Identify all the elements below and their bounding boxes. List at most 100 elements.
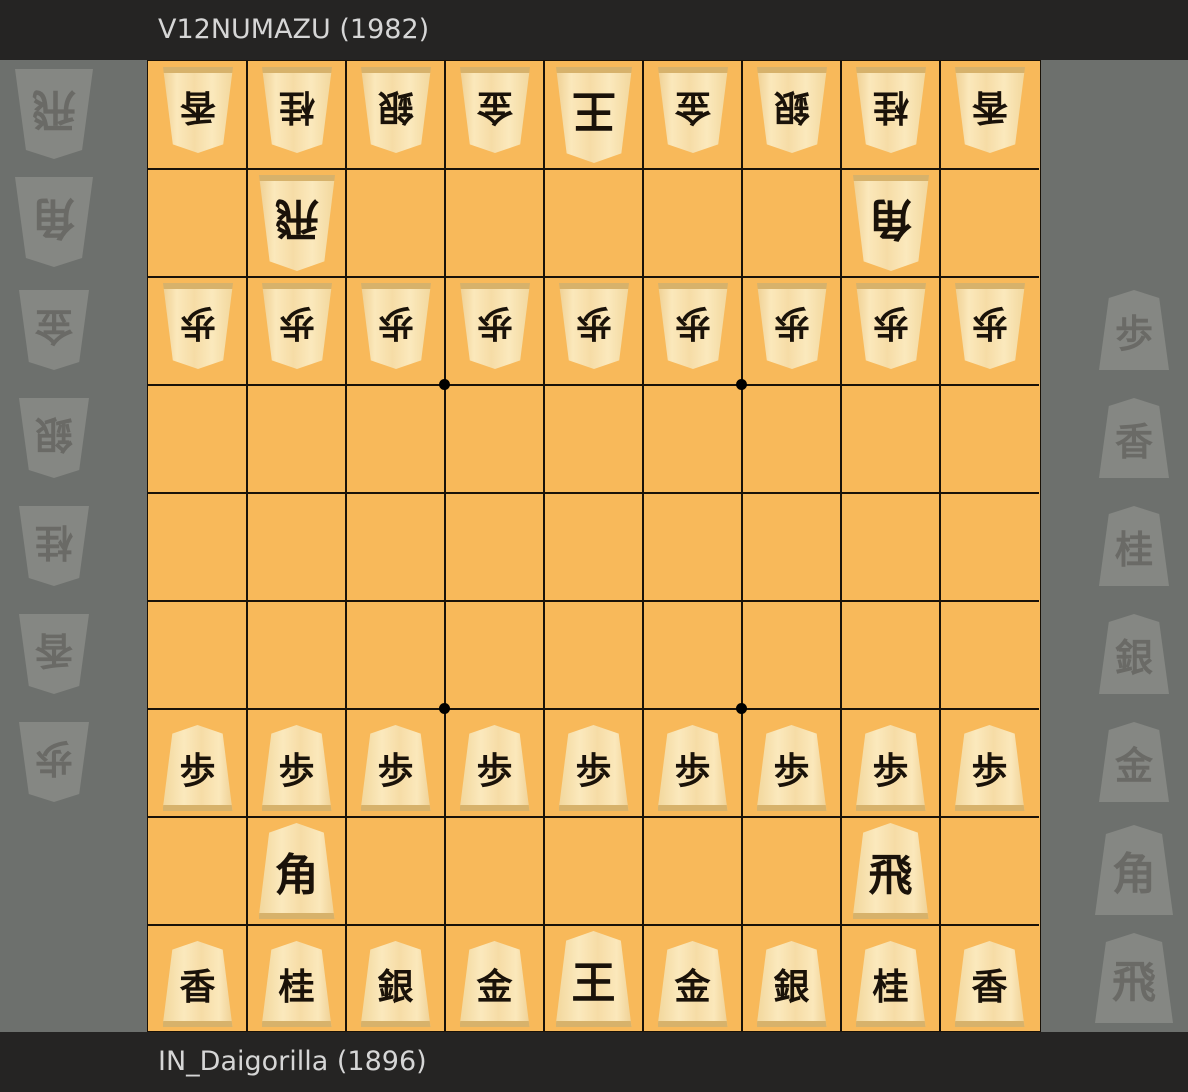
board-square[interactable] [247,385,346,493]
board-square[interactable] [247,493,346,601]
sente-piece[interactable]: 歩 [360,725,431,811]
sente-piece[interactable]: 歩 [855,725,926,811]
board-square[interactable] [247,601,346,709]
board-square[interactable] [643,817,742,925]
gote-piece[interactable]: 角 [853,175,929,271]
piece-label: 歩 [674,750,711,792]
gote-hand-slot[interactable]: 桂 [19,506,89,586]
board-square[interactable] [445,817,544,925]
gote-hand-slot[interactable]: 角 [15,177,93,267]
gote-hand-slot[interactable]: 銀 [19,398,89,478]
gote-piece[interactable]: 歩 [757,283,827,369]
gote-piece[interactable]: 歩 [262,283,332,369]
board-square[interactable] [346,385,445,493]
gote-hand-slot[interactable]: 歩 [19,722,89,802]
shogi-board[interactable]: 香桂銀金王金銀桂香飛角歩歩歩歩歩歩歩歩歩歩歩歩歩歩歩歩歩歩角飛香桂銀金王金銀桂香 [147,60,1041,1033]
sente-piece[interactable]: 桂 [855,941,926,1027]
board-square[interactable] [940,385,1039,493]
sente-hand-slot[interactable]: 桂 [1099,506,1169,586]
sente-hand-slot[interactable]: 香 [1099,398,1169,478]
gote-piece[interactable]: 桂 [856,67,926,153]
gote-piece[interactable]: 歩 [856,283,926,369]
gote-piece[interactable]: 歩 [361,283,431,369]
board-square[interactable] [346,817,445,925]
sente-piece[interactable]: 歩 [459,725,530,811]
gote-piece[interactable]: 飛 [259,175,335,271]
gote-piece[interactable]: 香 [163,67,233,153]
gote-piece[interactable]: 歩 [955,283,1025,369]
sente-hand-slot[interactable]: 歩 [1099,290,1169,370]
sente-piece[interactable]: 銀 [360,941,431,1027]
board-square[interactable] [445,601,544,709]
board-square[interactable] [148,493,247,601]
sente-piece[interactable]: 歩 [558,725,629,811]
gote-hand-slot[interactable]: 飛 [15,69,93,159]
piece-label: 歩 [674,302,711,344]
board-square[interactable] [544,169,643,277]
board-square[interactable] [940,601,1039,709]
sente-hand-slot[interactable]: 角 [1095,825,1173,915]
board-square[interactable] [742,169,841,277]
board-square[interactable] [346,493,445,601]
board-square[interactable] [643,169,742,277]
sente-piece[interactable]: 王 [555,931,632,1027]
gote-piece[interactable]: 歩 [559,283,629,369]
board-square[interactable] [544,601,643,709]
board-square[interactable] [940,493,1039,601]
piece-label: 飛 [868,850,913,901]
gote-piece[interactable]: 金 [658,67,728,153]
board-square[interactable] [742,493,841,601]
gote-piece[interactable]: 王 [556,67,632,163]
gote-piece[interactable]: 桂 [262,67,332,153]
board-square[interactable] [544,493,643,601]
board-square[interactable] [940,817,1039,925]
sente-piece[interactable]: 歩 [261,725,332,811]
board-square[interactable] [544,817,643,925]
board-square[interactable] [742,817,841,925]
gote-piece[interactable]: 歩 [460,283,530,369]
board-square[interactable] [742,601,841,709]
sente-piece[interactable]: 飛 [852,823,929,919]
board-square[interactable] [742,385,841,493]
board-square[interactable] [445,169,544,277]
sente-piece[interactable]: 金 [657,941,728,1027]
gote-piece[interactable]: 歩 [658,283,728,369]
gote-hand-slot[interactable]: 香 [19,614,89,694]
board-square[interactable] [643,601,742,709]
sente-piece[interactable]: 金 [459,941,530,1027]
sente-hand-slot[interactable]: 金 [1099,722,1169,802]
board-square[interactable] [841,601,940,709]
board-square[interactable] [148,817,247,925]
board-square[interactable] [643,493,742,601]
board-square[interactable] [643,385,742,493]
board-square[interactable] [841,493,940,601]
board-square[interactable] [445,385,544,493]
sente-piece[interactable]: 歩 [954,725,1025,811]
sente-hand-slot[interactable]: 銀 [1099,614,1169,694]
board-square[interactable] [148,601,247,709]
gote-hand-slot[interactable]: 金 [19,290,89,370]
board-square[interactable] [148,169,247,277]
board-square[interactable] [445,493,544,601]
sente-piece[interactable]: 銀 [756,941,827,1027]
gote-piece[interactable]: 銀 [361,67,431,153]
gote-piece[interactable]: 香 [955,67,1025,153]
sente-piece[interactable]: 香 [162,941,233,1027]
sente-piece[interactable]: 角 [258,823,335,919]
piece-label: 飛 [274,193,319,244]
sente-piece[interactable]: 香 [954,941,1025,1027]
board-square[interactable] [346,169,445,277]
board-square[interactable] [841,385,940,493]
board-square[interactable] [940,169,1039,277]
board-square[interactable] [148,385,247,493]
sente-piece[interactable]: 桂 [261,941,332,1027]
sente-piece[interactable]: 歩 [162,725,233,811]
sente-piece[interactable]: 歩 [756,725,827,811]
sente-piece[interactable]: 歩 [657,725,728,811]
sente-hand-slot[interactable]: 飛 [1095,933,1173,1023]
gote-piece[interactable]: 歩 [163,283,233,369]
board-square[interactable] [346,601,445,709]
gote-piece[interactable]: 銀 [757,67,827,153]
gote-piece[interactable]: 金 [460,67,530,153]
board-square[interactable] [544,385,643,493]
